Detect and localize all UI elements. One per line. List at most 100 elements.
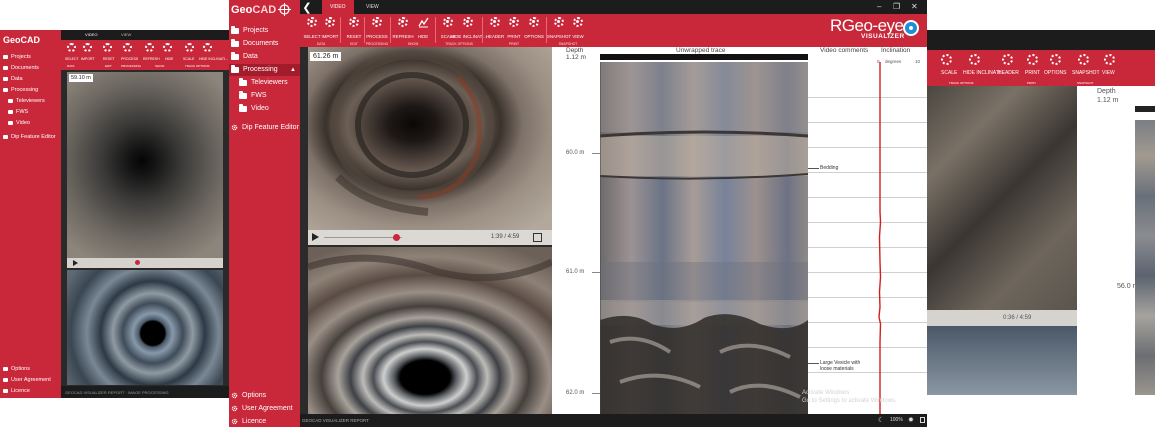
left-nav-licence[interactable]: Licence — [3, 388, 30, 394]
gear-icon[interactable] — [1027, 54, 1038, 65]
right-tb-view-label: VIEW — [1102, 70, 1115, 76]
sidebar-item-televiewers[interactable]: Televiewers — [239, 78, 288, 86]
left-nav-fws[interactable]: FWS — [8, 109, 28, 115]
reset-button[interactable] — [346, 17, 362, 27]
sidebar-item-licence[interactable]: Licence — [231, 418, 266, 425]
back-arrow-icon[interactable]: ❮ — [300, 0, 314, 14]
folder-icon — [231, 39, 239, 47]
sidebar-item-documents[interactable]: Documents — [231, 39, 278, 47]
comment-bedding[interactable]: Bedding — [820, 165, 838, 171]
left-nav-televiewers[interactable]: Televiewers — [8, 98, 45, 104]
unwrapped-trace-image[interactable] — [600, 62, 808, 414]
left-nav-user-agreement[interactable]: User Agreement — [3, 377, 51, 383]
inclination-curve — [878, 62, 882, 414]
trace-scroll-strip[interactable] — [600, 54, 808, 60]
sidebar-item-user-agreement[interactable]: User Agreement — [231, 405, 293, 412]
left-nav-video[interactable]: Video — [8, 120, 30, 126]
fullscreen-icon[interactable] — [533, 233, 542, 242]
gear-icon[interactable] — [1104, 54, 1115, 65]
sidebar-item-data[interactable]: Data — [231, 52, 258, 60]
play-icon[interactable] — [312, 233, 319, 241]
minimize-icon[interactable]: – — [877, 2, 881, 11]
left-video-controls[interactable] — [67, 258, 223, 268]
print-button[interactable] — [506, 17, 522, 27]
reset-label: RESET — [346, 34, 362, 39]
gear-icon[interactable] — [145, 43, 154, 52]
select-button[interactable] — [304, 17, 320, 27]
moon-icon[interactable]: ☾ — [878, 416, 884, 424]
gear-icon[interactable] — [123, 43, 132, 52]
left-nav-options[interactable]: Options — [3, 366, 30, 372]
gear-icon[interactable] — [1050, 54, 1061, 65]
view-button[interactable] — [570, 17, 586, 27]
sidebar-label: Licence — [242, 418, 267, 425]
right-video-view[interactable] — [927, 86, 1077, 310]
left-tab-view[interactable]: VIEW — [121, 32, 131, 37]
grid-line — [808, 247, 874, 248]
folder-icon — [8, 109, 13, 114]
options-button[interactable] — [526, 17, 542, 27]
video-comments-track[interactable]: Bedding Large Vesicle with loose materia… — [808, 62, 874, 414]
process-label: PROCESS — [366, 34, 388, 39]
video-controls[interactable]: 1:39 / 4:59 — [308, 230, 552, 245]
folder-icon — [239, 104, 247, 112]
right-unwrapped-view[interactable] — [927, 326, 1077, 395]
scrub-knob[interactable] — [393, 234, 400, 241]
sidebar-item-video[interactable]: Video — [239, 104, 269, 112]
left-nav-data[interactable]: Data — [3, 76, 23, 82]
scrub-knob[interactable] — [135, 260, 140, 265]
left-nav-projects[interactable]: Projects — [3, 54, 31, 60]
left-nav-documents[interactable]: Documents — [3, 65, 39, 71]
close-icon[interactable]: ✕ — [911, 2, 918, 11]
left-sidebar: GeoCAD Projects Documents Data Processin… — [0, 30, 61, 398]
page-icon[interactable] — [920, 417, 925, 423]
borehole-video-view[interactable] — [308, 47, 552, 230]
downhole-video-view[interactable] — [308, 247, 552, 414]
scale-button[interactable] — [440, 17, 456, 27]
gear-icon[interactable] — [1002, 54, 1013, 65]
gear-icon[interactable] — [185, 43, 194, 52]
left-video-view[interactable] — [67, 72, 223, 258]
import-button[interactable] — [322, 17, 338, 27]
gear-icon[interactable] — [103, 43, 112, 52]
right-video-controls[interactable]: 0:36 / 4:59 — [927, 310, 1077, 326]
gear-icon[interactable] — [67, 43, 76, 52]
sidebar-item-options[interactable]: Options — [231, 392, 266, 399]
grid-line — [808, 97, 874, 98]
snapshot-button[interactable] — [551, 17, 567, 27]
play-icon[interactable] — [73, 260, 78, 266]
gear-icon[interactable] — [941, 54, 952, 65]
left-nav-processing[interactable]: Processing — [3, 87, 38, 93]
inclination-track[interactable] — [874, 62, 927, 414]
sidebar-item-dip-editor[interactable]: Dip Feature Editor — [231, 124, 299, 131]
gear-icon[interactable] — [1078, 54, 1089, 65]
chart-icon[interactable] — [163, 43, 172, 52]
gear-icon — [529, 17, 539, 27]
gear-icon[interactable]: ✹ — [908, 416, 914, 424]
chevron-up-icon[interactable]: ▲ — [290, 67, 296, 73]
sidebar-item-processing[interactable]: Processing ▲ — [231, 65, 300, 73]
sidebar-item-fws[interactable]: FWS — [239, 91, 267, 99]
header-button[interactable] — [487, 17, 503, 27]
tab-view[interactable]: VIEW — [358, 0, 387, 14]
left-unwrapped-view[interactable] — [67, 270, 223, 385]
hide-inclination-button[interactable] — [460, 17, 476, 27]
options-label: OPTIONS — [524, 34, 544, 39]
gear-icon[interactable] — [83, 43, 92, 52]
left-tab-video[interactable]: VIDEO — [85, 32, 97, 37]
folder-icon — [231, 52, 239, 60]
gear-icon[interactable] — [969, 54, 980, 65]
sidebar-item-projects[interactable]: Projects — [231, 26, 268, 34]
restore-icon[interactable]: ❐ — [893, 2, 900, 11]
hide-button[interactable] — [415, 17, 431, 28]
process-button[interactable] — [369, 17, 385, 27]
left-tb-reset-label: RESET — [103, 57, 115, 61]
tab-video[interactable]: VIDEO — [322, 0, 354, 14]
gear-icon[interactable] — [203, 43, 212, 52]
right-depth-header: Depth — [1097, 88, 1116, 95]
comment-large-vesicle[interactable]: Large Vesicle with loose materials — [820, 360, 872, 372]
scrub-track[interactable] — [324, 237, 402, 238]
left-nav-dip-editor[interactable]: Dip Feature Editor — [3, 134, 56, 140]
toolbar-divider — [340, 17, 341, 43]
refresh-button[interactable] — [395, 17, 411, 27]
